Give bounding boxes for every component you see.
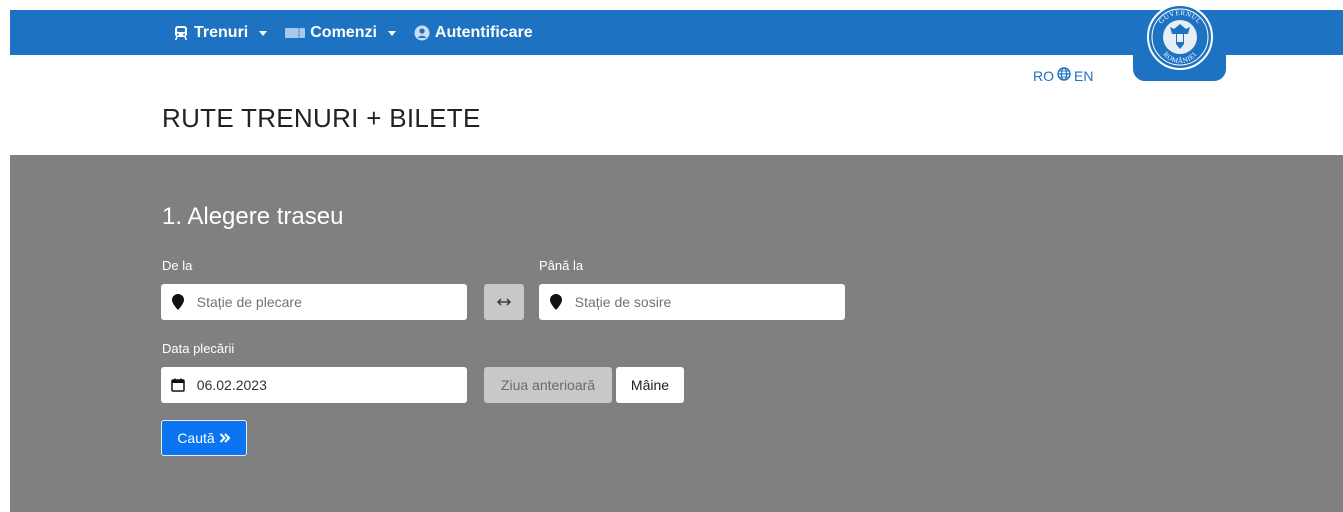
- search-button[interactable]: Caută: [161, 420, 247, 456]
- map-marker-icon: [539, 294, 573, 310]
- globe-icon: [1057, 67, 1071, 84]
- from-label: De la: [162, 258, 193, 273]
- page: Trenuri Comenzi Autentificare GUVERNUL R…: [0, 0, 1343, 512]
- previous-day-button[interactable]: Ziua anterioară: [484, 367, 612, 403]
- search-button-label: Caută: [177, 430, 215, 446]
- caret-down-icon: [387, 31, 396, 36]
- language-switcher: RO EN: [1033, 67, 1093, 84]
- nav-item-comenzi-label: Comenzi: [310, 23, 377, 41]
- caret-down-icon: [259, 31, 268, 36]
- user-circle-icon: [414, 25, 430, 41]
- page-title: RUTE TRENURI + BILETE: [162, 103, 481, 133]
- nav-item-autentificare-label: Autentificare: [434, 23, 533, 41]
- to-station-field: [539, 284, 845, 320]
- ticket-icon: [285, 26, 306, 40]
- government-emblem-tab[interactable]: GUVERNUL ROMÂNIEI: [1133, 4, 1226, 81]
- train-icon: [173, 25, 189, 41]
- government-emblem-icon: GUVERNUL ROMÂNIEI: [1146, 4, 1213, 70]
- calendar-icon: [161, 378, 195, 392]
- section-title: 1. Alegere traseu: [162, 203, 344, 230]
- date-field: [161, 367, 467, 403]
- date-label: Data plecării: [162, 341, 235, 356]
- swap-arrows-icon: [497, 298, 511, 306]
- nav-item-trenuri[interactable]: Trenuri: [173, 23, 268, 42]
- next-day-button[interactable]: Mâine: [616, 367, 684, 403]
- nav-item-comenzi[interactable]: Comenzi: [285, 24, 396, 42]
- nav-item-trenuri-label: Trenuri: [194, 23, 249, 41]
- language-ro[interactable]: RO: [1033, 68, 1054, 84]
- swap-stations-button[interactable]: [484, 284, 524, 320]
- nav-items: Trenuri Comenzi Autentificare: [173, 10, 533, 55]
- map-marker-icon: [161, 294, 195, 310]
- to-label: Până la: [539, 258, 584, 273]
- double-chevron-right-icon: [219, 433, 231, 443]
- from-station-field: [161, 284, 467, 320]
- nav-item-autentificare[interactable]: Autentificare: [414, 24, 533, 42]
- from-station-input[interactable]: [194, 284, 467, 320]
- language-en[interactable]: EN: [1074, 68, 1093, 84]
- route-search-section: 1. Alegere traseu De la Până la: [10, 155, 1343, 512]
- to-station-input[interactable]: [572, 284, 845, 320]
- date-input[interactable]: [194, 367, 467, 403]
